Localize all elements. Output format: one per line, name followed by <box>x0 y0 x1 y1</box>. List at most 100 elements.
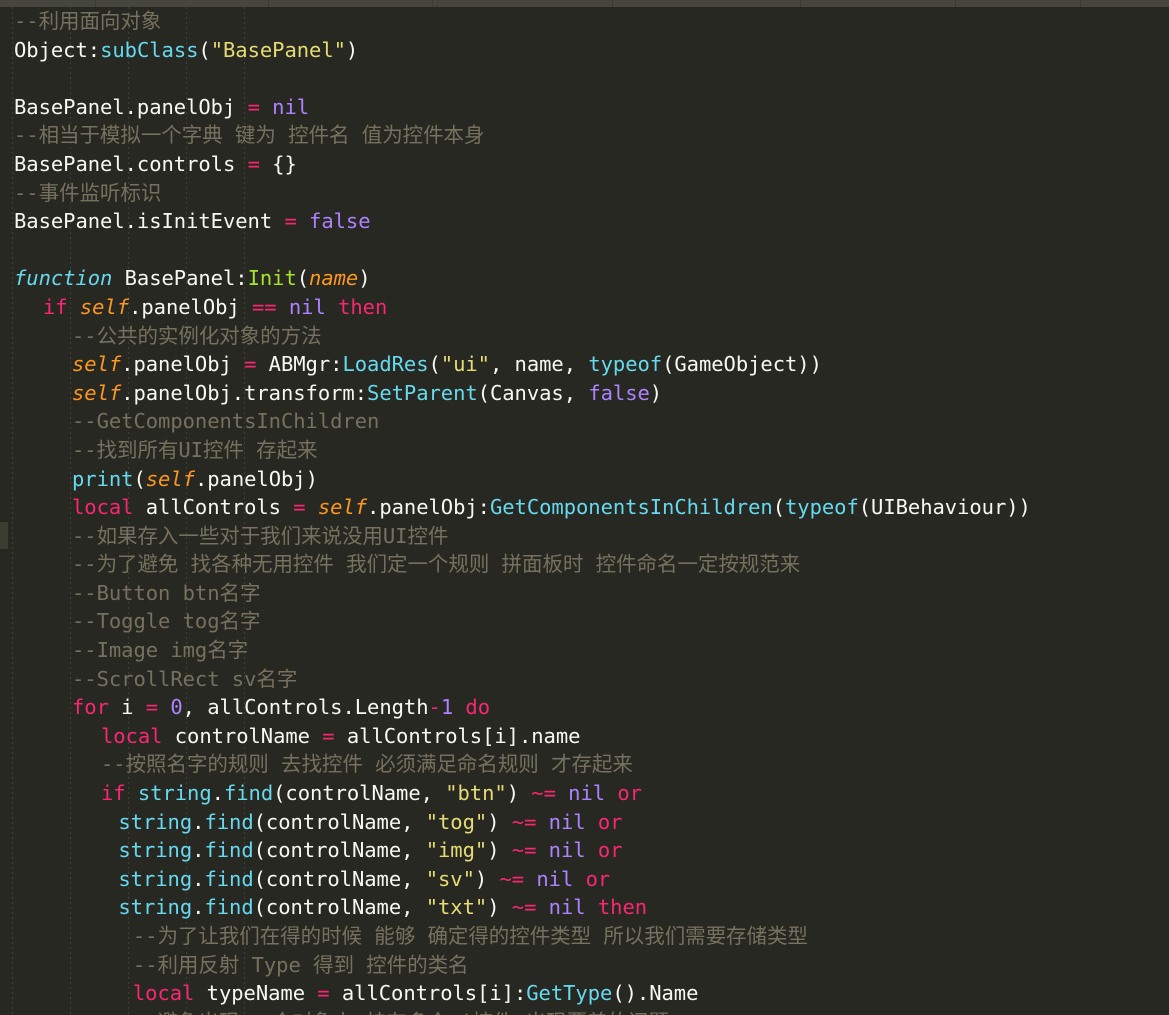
code-token-com: --ScrollRect sv名字 <box>72 666 298 691</box>
code-token-def <box>524 867 536 891</box>
code-token-def: Canvas, <box>489 380 589 405</box>
code-line[interactable]: --如果存入一些对于我们来说没用UI控件 <box>0 522 1169 551</box>
code-token-self: self <box>72 380 122 405</box>
code-line[interactable]: string.find(controlName, "tog") ~= nil o… <box>0 808 1169 837</box>
code-token-key: or <box>597 809 623 834</box>
code-line[interactable]: --利用反射 Type 得到 控件的类名 <box>0 951 1169 980</box>
code-token-com: --避免出现 一个对象上 挂有多个ui控件 出现覆盖的问题 <box>133 1010 669 1015</box>
code-line[interactable]: local allControls = self.panelObj:GetCom… <box>0 493 1169 522</box>
code-token-str: "ui" <box>440 352 490 377</box>
code-token-punc: . <box>192 809 205 834</box>
code-token-punc: ) <box>649 380 663 405</box>
code-token-def: .Name <box>636 981 699 1006</box>
code-line[interactable]: if self.panelObj == nil then <box>0 293 1169 322</box>
code-token-punc: ( <box>253 838 266 863</box>
code-token-fn: GetType <box>526 981 613 1006</box>
code-token-op: = <box>244 352 257 377</box>
code-token-op: - <box>428 695 441 720</box>
code-token-def: BasePanel <box>112 266 236 291</box>
source-code-text[interactable]: --利用面向对象 Object:subClass("BasePanel") Bas… <box>0 7 1169 1015</box>
code-token-com: --为了让我们在得的时候 能够 确定得的控件类型 所以我们需要存储类型 <box>132 924 808 948</box>
code-token-def: Object <box>14 37 88 62</box>
code-token-str: "tog" <box>425 809 488 834</box>
code-line[interactable]: --避免出现 一个对象上 挂有多个ui控件 出现覆盖的问题 <box>0 1008 1169 1015</box>
code-line[interactable]: function BasePanel:Init(name) <box>0 264 1169 293</box>
code-token-def <box>453 695 465 719</box>
code-token-fn: print <box>72 466 134 491</box>
code-token-punc: ( <box>296 266 310 291</box>
code-token-def <box>68 295 80 319</box>
code-token-def <box>499 838 511 862</box>
code-line[interactable] <box>0 236 1169 265</box>
code-token-com: --GetComponentsInChildren <box>72 409 380 434</box>
code-token-def: UIBehaviour <box>871 495 1007 520</box>
code-token-def <box>499 895 511 919</box>
tab-separator <box>432 0 433 7</box>
code-token-punc: )) <box>1006 495 1031 520</box>
tab-separator <box>955 0 956 7</box>
code-token-fn: string <box>118 866 193 891</box>
editor-tab-strip[interactable] <box>0 0 1169 7</box>
code-line[interactable]: BasePanel.panelObj = nil <box>0 93 1169 122</box>
code-token-const: nil <box>288 294 326 319</box>
code-token-punc: ( <box>253 809 266 834</box>
code-token-def <box>277 295 289 319</box>
code-token-key: local <box>132 981 195 1006</box>
code-line[interactable]: local typeName = allControls[i]:GetType(… <box>0 979 1169 1008</box>
code-line[interactable]: --为了避免 找各种无用控件 我们定一个规则 拼面板时 控件命名一定按规范来 <box>0 550 1169 579</box>
code-token-punc: ( <box>273 781 286 806</box>
code-line[interactable]: --Button btn名字 <box>0 579 1169 608</box>
code-token-const: nil <box>548 809 586 834</box>
code-line[interactable] <box>0 64 1169 93</box>
code-line[interactable]: for i = 0, allControls.Length-1 do <box>0 693 1169 722</box>
code-line[interactable]: string.find(controlName, "txt") ~= nil t… <box>0 893 1169 922</box>
code-token-fn: find <box>204 838 254 863</box>
code-line[interactable]: self.panelObj.transform:SetParent(Canvas… <box>0 379 1169 408</box>
code-token-def: , allControls.Length <box>182 695 429 720</box>
code-token-def: allControls[i] <box>329 981 514 1006</box>
code-token-key: for <box>72 695 109 720</box>
code-line[interactable]: --Toggle tog名字 <box>0 607 1169 636</box>
code-line[interactable]: --Image img名字 <box>0 636 1169 665</box>
code-line[interactable]: string.find(controlName, "sv") ~= nil or <box>0 865 1169 894</box>
code-token-const: false <box>309 209 371 234</box>
code-line[interactable]: self.panelObj = ABMgr:LoadRes("ui", name… <box>0 350 1169 379</box>
code-token-def <box>536 838 548 862</box>
code-line[interactable]: BasePanel.controls = {} <box>0 150 1169 179</box>
code-token-fn: find <box>204 866 254 891</box>
tab-separator <box>1080 0 1081 7</box>
code-token-op: ~= <box>511 895 537 920</box>
code-token-param: name <box>309 266 359 291</box>
code-token-punc: : <box>477 495 490 520</box>
code-line[interactable]: string.find(controlName, "img") ~= nil o… <box>0 836 1169 865</box>
code-line[interactable]: local controlName = allControls[i].name <box>0 722 1169 751</box>
code-token-def <box>556 781 568 805</box>
code-line[interactable]: BasePanel.isInitEvent = false <box>0 207 1169 236</box>
code-token-op: = <box>322 723 335 748</box>
code-token-def: .panelObj <box>121 352 245 377</box>
code-line[interactable]: --GetComponentsInChildren <box>0 407 1169 436</box>
code-token-punc: ) <box>345 37 359 62</box>
code-token-com: --利用面向对象 <box>14 9 162 33</box>
code-line[interactable]: --事件监听标识 <box>0 179 1169 208</box>
code-token-fname: Init <box>247 266 297 291</box>
code-token-punc: ) <box>487 809 500 834</box>
code-line[interactable]: if string.find(controlName, "btn") ~= ni… <box>0 779 1169 808</box>
code-token-fn: typeof <box>784 495 859 520</box>
code-token-def: controlName, <box>265 809 426 834</box>
code-line[interactable]: Object:subClass("BasePanel") <box>0 36 1169 65</box>
code-token-def: controlName, <box>265 895 426 920</box>
code-line[interactable]: --相当于模拟一个字典 键为 控件名 值为控件本身 <box>0 121 1169 150</box>
code-token-fn: string <box>137 781 212 806</box>
code-token-stor: function <box>14 266 113 291</box>
code-line[interactable]: --为了让我们在得的时候 能够 确定得的控件类型 所以我们需要存储类型 <box>0 922 1169 951</box>
code-line[interactable]: --按照名字的规则 去找控件 必须满足命名规则 才存起来 <box>0 750 1169 779</box>
code-token-punc: ) <box>305 466 318 491</box>
code-line[interactable]: --利用面向对象 <box>0 7 1169 36</box>
code-line[interactable]: print(self.panelObj) <box>0 465 1169 494</box>
code-editor-surface[interactable]: --利用面向对象 Object:subClass("BasePanel") Bas… <box>0 7 1169 1015</box>
code-token-str: "sv" <box>425 866 475 891</box>
code-line[interactable]: --找到所有UI控件 存起来 <box>0 436 1169 465</box>
code-line[interactable]: --ScrollRect sv名字 <box>0 665 1169 694</box>
code-line[interactable]: --公共的实例化对象的方法 <box>0 322 1169 351</box>
